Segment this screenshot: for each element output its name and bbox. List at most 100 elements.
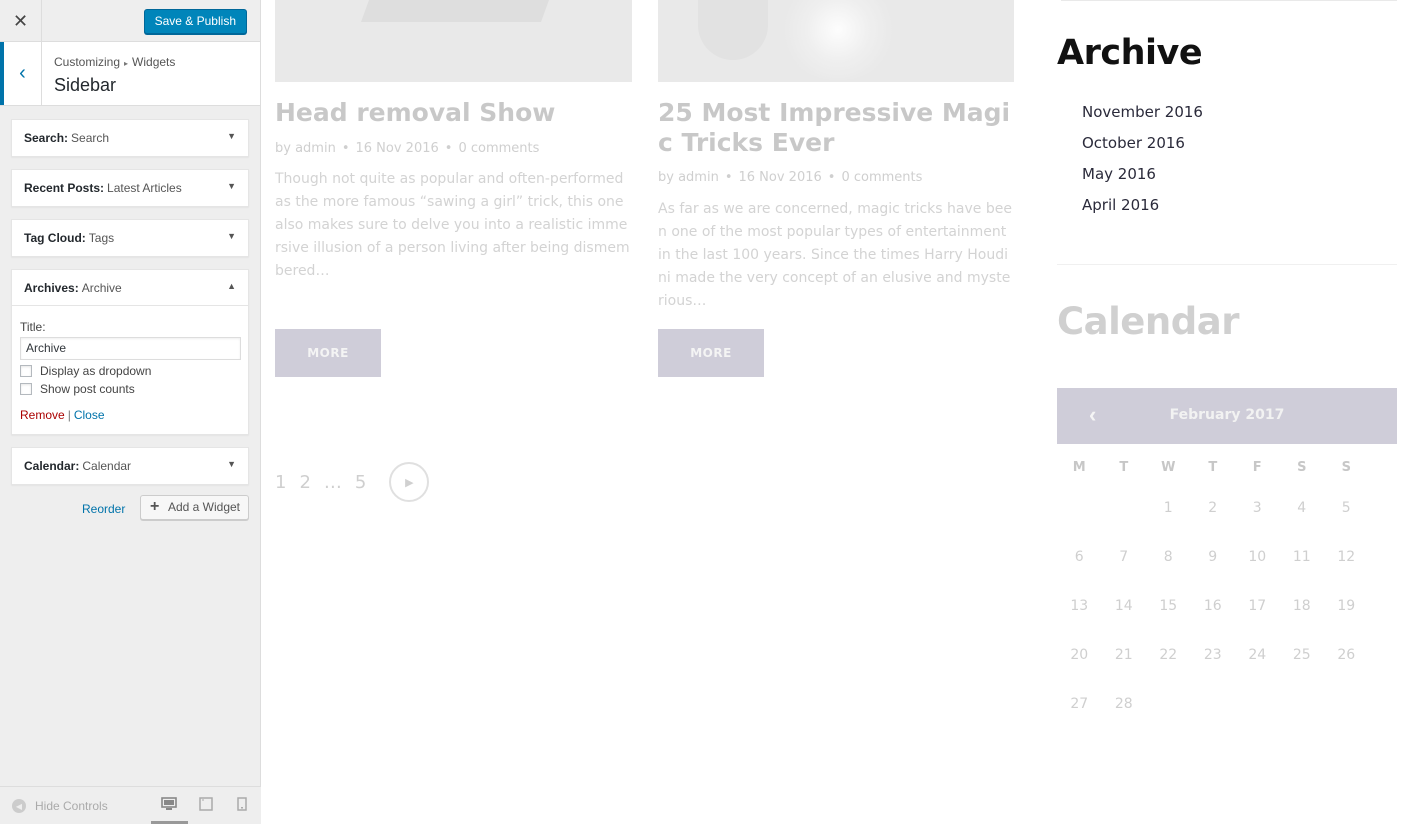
widget-calendar[interactable]: Calendar: Calendar ▼ xyxy=(11,447,249,485)
archive-link[interactable]: November 2016 xyxy=(1082,101,1203,132)
title-input[interactable]: Archive xyxy=(20,337,241,360)
back-arrow-icon[interactable]: ‹ xyxy=(0,42,42,105)
post-date[interactable]: 16 Nov 2016 xyxy=(739,170,822,185)
page-link[interactable]: 1 xyxy=(275,472,286,493)
reorder-link[interactable]: Reorder xyxy=(82,502,125,516)
post-comments[interactable]: 0 comments xyxy=(841,170,922,185)
day-cell: 19 xyxy=(1337,598,1356,614)
widget-header[interactable]: Recent Posts: Latest Articles ▼ xyxy=(12,170,248,206)
page-ellipsis: … xyxy=(323,471,342,493)
day-cell: 9 xyxy=(1208,549,1218,565)
widget-footer: Reorder + Add a Widget xyxy=(11,495,249,525)
widget-name: Latest Articles xyxy=(107,181,182,195)
day-cell xyxy=(1057,493,1102,542)
save-publish-button[interactable]: Save & Publish xyxy=(143,9,247,34)
mobile-icon[interactable] xyxy=(234,797,250,813)
collapse-arrow-icon[interactable]: ▲ xyxy=(227,281,236,291)
post-date[interactable]: 16 Nov 2016 xyxy=(356,141,439,156)
widget-type: Calendar: xyxy=(24,459,80,473)
widget-name: Calendar xyxy=(82,459,132,473)
expand-arrow-icon[interactable]: ▼ xyxy=(227,459,236,469)
post-excerpt: Though not quite as popular and often-pe… xyxy=(275,171,630,279)
page-link[interactable]: 2 xyxy=(299,472,310,493)
widget-tag-cloud[interactable]: Tag Cloud: Tags ▼ xyxy=(11,219,249,257)
weekday: T xyxy=(1208,460,1218,475)
breadcrumb: Customizing ▸ Widgets xyxy=(54,55,175,69)
day-cell: 14 xyxy=(1114,598,1133,614)
counts-checkbox[interactable] xyxy=(20,383,32,395)
expand-arrow-icon[interactable]: ▼ xyxy=(227,131,236,141)
add-widget-button[interactable]: + Add a Widget xyxy=(139,495,249,520)
widget-type: Recent Posts: xyxy=(24,181,105,195)
sidebar-divider xyxy=(1057,264,1397,265)
section-header: ‹ Customizing ▸ Widgets Sidebar xyxy=(0,42,260,106)
page-link[interactable]: 5 xyxy=(355,472,366,493)
widget-list: Search: Search ▼ Recent Posts: Latest Ar… xyxy=(0,106,260,525)
widget-header[interactable]: Tag Cloud: Tags ▼ xyxy=(12,220,248,256)
day-cell: 7 xyxy=(1119,549,1129,565)
card-image xyxy=(360,0,550,22)
author-prefix: by xyxy=(275,141,291,156)
widget-archives[interactable]: Archives: Archive ▲ Title: Archive Displ… xyxy=(11,269,249,435)
widget-header[interactable]: Search: Search ▼ xyxy=(12,120,248,156)
week-row: 1 2 3 4 5 xyxy=(1057,493,1397,542)
day-cell: 2 xyxy=(1208,500,1218,516)
widget-header[interactable]: Archives: Archive ▲ xyxy=(12,270,248,306)
widget-recent-posts[interactable]: Recent Posts: Latest Articles ▼ xyxy=(11,169,249,207)
archive-link[interactable]: May 2016 xyxy=(1082,163,1203,194)
day-cell xyxy=(1324,689,1369,738)
hide-controls-button[interactable]: ◀ Hide Controls xyxy=(12,799,108,813)
remove-link[interactable]: Remove xyxy=(20,408,65,422)
week-row: 27 28 xyxy=(1057,689,1397,738)
widget-type: Archives: xyxy=(24,280,79,295)
post-meta: by admin • 16 Nov 2016 • 0 comments xyxy=(658,170,922,185)
weekday: T xyxy=(1119,460,1129,475)
day-cell: 17 xyxy=(1248,598,1267,614)
day-cell: 12 xyxy=(1337,549,1356,565)
post-thumbnail[interactable] xyxy=(275,0,632,82)
breadcrumb-widgets: Widgets xyxy=(132,55,176,69)
day-cell: 11 xyxy=(1292,549,1311,565)
more-button[interactable]: MORE xyxy=(275,329,381,377)
post-author[interactable]: admin xyxy=(678,170,719,185)
counts-option[interactable]: Show post counts xyxy=(20,382,240,396)
site-preview: Head removal Show by admin • 16 Nov 2016 • 0… xyxy=(261,0,1411,824)
calendar-grid: M T W T F S S 1 2 3 4 5 6 7 8 9 10 11 12… xyxy=(1057,451,1397,738)
dropdown-option[interactable]: Display as dropdown xyxy=(20,364,240,378)
expand-arrow-icon[interactable]: ▼ xyxy=(227,231,236,241)
post-meta: by admin • 16 Nov 2016 • 0 comments xyxy=(275,141,539,156)
day-cell xyxy=(1280,689,1325,738)
post-excerpt: As far as we are concerned, magic tricks… xyxy=(658,201,1012,309)
day-cell: 27 xyxy=(1070,696,1089,712)
weekday: W xyxy=(1161,460,1176,475)
more-button[interactable]: MORE xyxy=(658,329,764,377)
post-title[interactable]: 25 Most Impressive Magic Tricks Ever xyxy=(658,98,1014,158)
close-icon[interactable]: ✕ xyxy=(0,0,42,42)
meta-dot: • xyxy=(724,170,733,185)
next-page-icon[interactable]: ▶ xyxy=(389,462,430,502)
sidebar-divider xyxy=(1061,0,1397,1)
archive-link[interactable]: April 2016 xyxy=(1082,194,1203,225)
widget-name: Tags xyxy=(88,231,115,245)
archive-link[interactable]: October 2016 xyxy=(1082,132,1203,163)
widget-header[interactable]: Calendar: Calendar ▼ xyxy=(12,448,248,484)
tablet-icon[interactable] xyxy=(198,797,214,813)
post-comments[interactable]: 0 comments xyxy=(458,141,539,156)
post-author[interactable]: admin xyxy=(295,141,336,156)
day-cell: 18 xyxy=(1292,598,1311,614)
author-prefix: by xyxy=(658,170,674,185)
archives-form: Title: Archive Display as dropdown Show … xyxy=(12,306,248,434)
desktop-icon[interactable] xyxy=(161,797,177,813)
customizer-header: ✕ Save & Publish xyxy=(0,0,260,42)
close-link[interactable]: Close xyxy=(74,408,105,422)
dropdown-label: Display as dropdown xyxy=(40,364,152,378)
hand-image xyxy=(698,0,768,60)
widget-search[interactable]: Search: Search ▼ xyxy=(11,119,249,157)
post-title[interactable]: Head removal Show xyxy=(275,98,632,128)
expand-arrow-icon[interactable]: ▼ xyxy=(227,181,236,191)
pagination: 1 2 … 5 ▶ xyxy=(275,462,430,502)
archive-heading: Archive xyxy=(1057,33,1203,73)
archive-list: November 2016 October 2016 May 2016 Apri… xyxy=(1082,101,1203,225)
dropdown-checkbox[interactable] xyxy=(20,365,32,377)
post-thumbnail[interactable] xyxy=(658,0,1014,82)
